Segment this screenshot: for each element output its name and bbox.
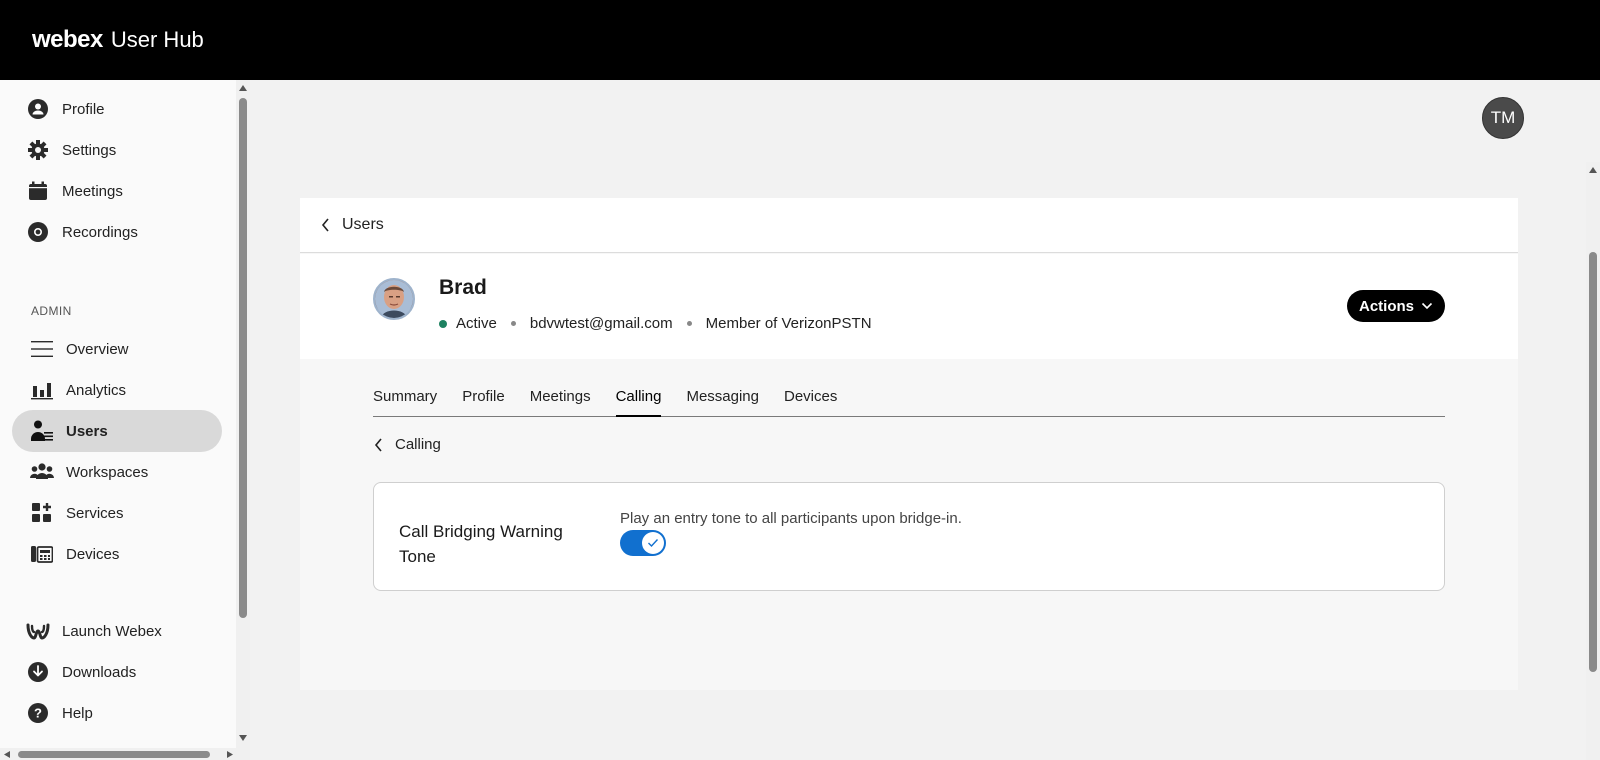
gear-icon bbox=[26, 138, 50, 162]
bar-chart-icon bbox=[30, 378, 54, 402]
checkmark-icon bbox=[648, 539, 659, 548]
sidebar-item-label: Users bbox=[66, 422, 108, 440]
calendar-icon bbox=[26, 179, 50, 203]
sidebar-item-label: Downloads bbox=[62, 663, 137, 681]
horizontal-scrollbar-thumb[interactable] bbox=[18, 751, 210, 758]
help-icon: ? bbox=[26, 701, 50, 725]
call-bridging-warning-tone-toggle[interactable] bbox=[620, 530, 666, 556]
tab-profile[interactable]: Profile bbox=[462, 383, 505, 417]
chevron-left-icon bbox=[321, 218, 329, 232]
sidebar-scrollbar-thumb[interactable] bbox=[239, 98, 247, 618]
sidebar-item-downloads[interactable]: Downloads bbox=[12, 651, 222, 693]
grid-icon bbox=[30, 501, 54, 525]
account-avatar[interactable]: TM bbox=[1482, 97, 1524, 139]
separator-dot bbox=[686, 321, 692, 326]
user-meta: Active bdvwtest@gmail.com Member of Veri… bbox=[439, 315, 872, 332]
back-to-calling-link[interactable]: Calling bbox=[373, 436, 441, 453]
sidebar-item-label: Analytics bbox=[66, 381, 127, 399]
user-name: Brad bbox=[439, 276, 487, 299]
sidebar-item-workspaces[interactable]: Workspaces bbox=[12, 451, 222, 493]
tab-calling[interactable]: Calling bbox=[615, 383, 662, 417]
user-avatar bbox=[373, 278, 415, 320]
device-icon bbox=[30, 542, 54, 566]
recording-icon bbox=[26, 220, 50, 244]
actions-button[interactable]: Actions bbox=[1347, 290, 1445, 322]
sidebar-item-label: Settings bbox=[62, 141, 117, 159]
sidebar-item-label: Workspaces bbox=[66, 463, 149, 481]
svg-text:?: ? bbox=[34, 706, 42, 721]
setting-card: Call Bridging Warning Tone Play an entry… bbox=[373, 482, 1445, 591]
sidebar-item-label: Devices bbox=[66, 545, 120, 563]
sidebar-item-label: Launch Webex bbox=[62, 622, 162, 640]
sidebar-item-overview[interactable]: Overview bbox=[12, 328, 222, 370]
scroll-left-arrow-icon[interactable] bbox=[3, 750, 11, 759]
main-scrollbar-thumb[interactable] bbox=[1589, 252, 1597, 672]
back-label: Users bbox=[342, 216, 384, 233]
user-detail-panel: Users Brad Active bdvwtest@gmail.com Mem… bbox=[300, 198, 1518, 690]
sidebar: Profile Settings Meetings Recordings ADM… bbox=[0, 80, 236, 760]
breadcrumb: Users bbox=[300, 198, 1518, 253]
sidebar-item-label: Help bbox=[62, 704, 93, 722]
tab-meetings[interactable]: Meetings bbox=[530, 383, 591, 417]
admin-section-label: ADMIN bbox=[31, 304, 72, 318]
user-tabs: Summary Profile Meetings Calling Messagi… bbox=[373, 383, 1445, 417]
status-dot-icon bbox=[439, 319, 447, 328]
user-email: bdvwtest@gmail.com bbox=[529, 315, 673, 332]
sidebar-item-recordings[interactable]: Recordings bbox=[12, 211, 222, 253]
sidebar-item-services[interactable]: Services bbox=[12, 492, 222, 534]
menu-icon bbox=[30, 337, 54, 361]
setting-description: Play an entry tone to all participants u… bbox=[620, 510, 962, 527]
app-title: User Hub bbox=[110, 27, 204, 52]
webex-logo[interactable]: webex bbox=[32, 26, 103, 54]
top-bar: webex User Hub bbox=[0, 0, 1600, 80]
user-header: Brad Active bdvwtest@gmail.com Member of… bbox=[300, 254, 1518, 359]
sidebar-horizontal-scrollbar[interactable] bbox=[0, 748, 250, 760]
sidebar-item-devices[interactable]: Devices bbox=[12, 533, 222, 575]
chevron-down-icon bbox=[1421, 302, 1433, 310]
scroll-up-arrow-icon[interactable] bbox=[1588, 166, 1598, 174]
sidebar-item-users[interactable]: Users bbox=[12, 410, 222, 452]
group-icon bbox=[30, 460, 54, 484]
sidebar-item-analytics[interactable]: Analytics bbox=[12, 369, 222, 411]
tab-summary[interactable]: Summary bbox=[373, 383, 437, 417]
sidebar-item-help[interactable]: ? Help bbox=[12, 692, 222, 734]
main-scrollbar[interactable] bbox=[1586, 162, 1600, 760]
toggle-knob bbox=[642, 532, 664, 554]
sidebar-item-label: Overview bbox=[66, 340, 129, 358]
sidebar-item-meetings[interactable]: Meetings bbox=[12, 170, 222, 212]
person-icon bbox=[26, 97, 50, 121]
scroll-down-arrow-icon[interactable] bbox=[238, 734, 248, 742]
status-badge: Active bbox=[456, 315, 497, 332]
sidebar-item-launch-webex[interactable]: Launch Webex bbox=[12, 610, 222, 652]
actions-label: Actions bbox=[1358, 297, 1414, 315]
chevron-left-icon bbox=[374, 437, 382, 452]
tab-devices[interactable]: Devices bbox=[784, 383, 837, 417]
setting-title: Call Bridging Warning Tone bbox=[399, 522, 563, 566]
tab-messaging[interactable]: Messaging bbox=[686, 383, 759, 417]
sidebar-scrollbar[interactable] bbox=[236, 80, 250, 748]
user-membership: Member of VerizonPSTN bbox=[705, 315, 872, 332]
download-icon bbox=[26, 660, 50, 684]
scroll-right-arrow-icon[interactable] bbox=[226, 750, 234, 759]
sidebar-item-label: Services bbox=[66, 504, 124, 522]
separator-dot bbox=[510, 321, 516, 326]
sidebar-item-label: Meetings bbox=[62, 182, 123, 200]
sidebar-item-label: Recordings bbox=[62, 223, 138, 241]
user-list-icon bbox=[30, 419, 54, 443]
webex-logo-icon bbox=[26, 619, 50, 643]
sidebar-item-label: Profile bbox=[62, 100, 105, 118]
scroll-up-arrow-icon[interactable] bbox=[238, 84, 248, 92]
sidebar-item-profile[interactable]: Profile bbox=[12, 88, 222, 130]
back-to-users-link[interactable]: Users bbox=[320, 216, 384, 234]
sub-back-label: Calling bbox=[395, 436, 441, 453]
sidebar-item-settings[interactable]: Settings bbox=[12, 129, 222, 171]
